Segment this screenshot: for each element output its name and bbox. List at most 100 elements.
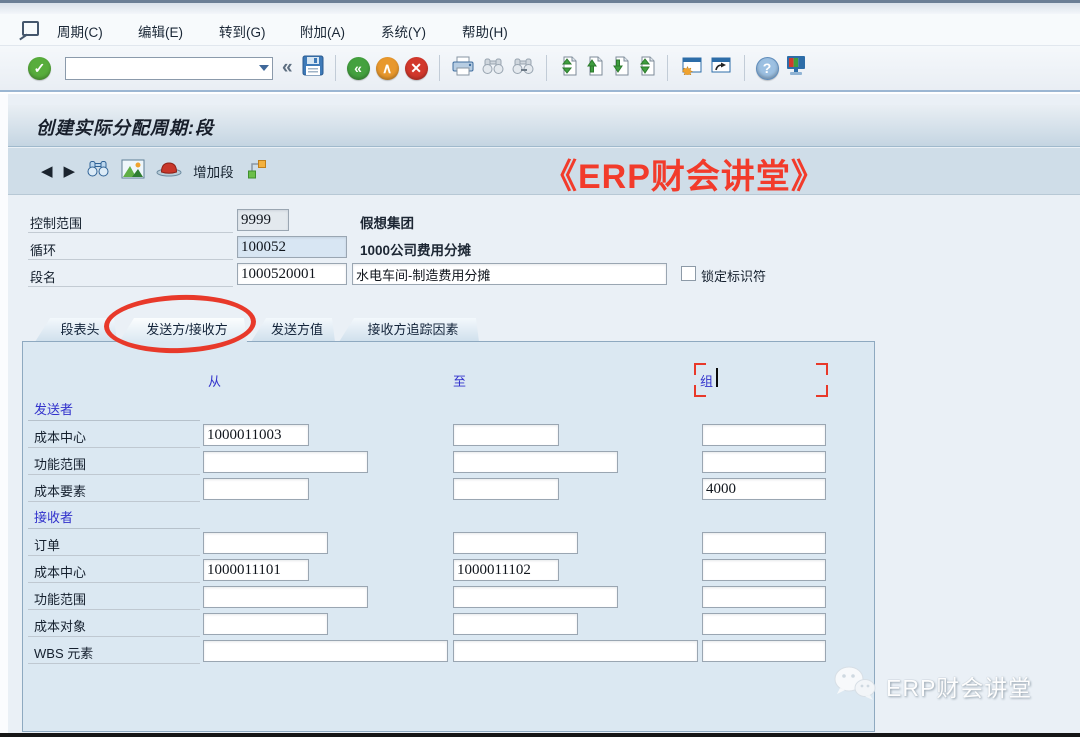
receiver-functional-area-from[interactable] <box>203 586 368 608</box>
controlling-area-label-row: 控制范围 <box>28 209 233 233</box>
receiver-wbs-element-row: WBS 元素 <box>23 638 874 665</box>
brand-watermark: ERP财会讲堂 <box>832 664 1032 707</box>
row-label: 成本要素 <box>34 481 86 500</box>
sender-functional-area-group[interactable] <box>702 451 826 473</box>
toolbar-separator <box>439 55 440 81</box>
find-segment-icon[interactable] <box>86 159 110 183</box>
command-dropdown-icon[interactable] <box>259 65 269 71</box>
collapse-chevrons-icon[interactable]: « <box>282 57 293 79</box>
add-segment-button[interactable]: 增加段 <box>193 161 234 181</box>
menu-goto[interactable]: 转到(G) <box>219 21 266 41</box>
segment-name-label: 段名 <box>30 267 56 286</box>
shortcut-icon[interactable] <box>709 56 733 80</box>
overview-icon[interactable] <box>121 159 145 184</box>
receiver-cost-object-row: 成本对象 <box>23 611 874 638</box>
first-page-icon[interactable] <box>558 56 578 81</box>
screen-exit-icon[interactable] <box>22 21 39 36</box>
cycle-field[interactable] <box>237 236 347 258</box>
page-down-icon[interactable] <box>610 56 630 81</box>
receiver-cost-object-from[interactable] <box>203 613 328 635</box>
bottom-edge <box>0 733 1080 737</box>
menu-system[interactable]: 系统(Y) <box>381 21 426 41</box>
receiver-order-to[interactable] <box>453 532 578 554</box>
prev-item-icon[interactable]: ◀ <box>41 162 53 180</box>
receiver-functional-area-group[interactable] <box>702 586 826 608</box>
receiver-section-header: 接收者 <box>28 503 200 529</box>
save-icon[interactable] <box>302 55 324 81</box>
menu-cycle[interactable]: 周期(C) <box>57 21 103 41</box>
sender-cost-center-from[interactable] <box>203 424 309 446</box>
back-icon[interactable]: « <box>347 57 370 80</box>
menu-bar: 周期(C) 编辑(E) 转到(G) 附加(A) 系统(Y) 帮助(H) <box>0 14 1080 46</box>
new-session-icon[interactable] <box>679 56 703 80</box>
controlling-area-label: 控制范围 <box>30 213 82 232</box>
receiver-cost-object-to[interactable] <box>453 613 578 635</box>
cycle-label: 循环 <box>30 240 56 259</box>
lock-indicator-checkbox[interactable] <box>681 266 696 281</box>
toolbar-separator <box>546 55 547 81</box>
page-up-icon[interactable] <box>584 56 604 81</box>
tab-senders-receivers[interactable]: 发送方/接收方 <box>119 318 247 342</box>
controlling-area-field[interactable] <box>237 209 289 231</box>
sender-cost-center-group[interactable] <box>702 424 826 446</box>
sender-functional-area-to[interactable] <box>453 451 618 473</box>
find-next-icon[interactable] <box>511 57 535 80</box>
row-label: 订单 <box>34 535 60 554</box>
sender-cost-element-to[interactable] <box>453 478 559 500</box>
sender-hat-icon[interactable] <box>156 161 182 182</box>
receiver-cost-center-group[interactable] <box>702 559 826 581</box>
command-input[interactable] <box>65 57 273 80</box>
cycle-desc: 1000公司费用分摊 <box>360 239 471 259</box>
brand-text: ERP财会讲堂 <box>886 669 1032 703</box>
red-corner-brackets-annotation <box>694 363 828 397</box>
receiver-wbs-element-group[interactable] <box>702 640 826 662</box>
attach-segment-icon[interactable] <box>245 158 269 185</box>
enter-check-icon[interactable]: ✓ <box>28 57 51 80</box>
row-label: 成本中心 <box>34 427 86 446</box>
receiver-order-from[interactable] <box>203 532 328 554</box>
segment-desc-field[interactable] <box>352 263 667 285</box>
help-icon[interactable]: ? <box>756 57 779 80</box>
segment-name-field[interactable] <box>237 263 347 285</box>
sender-cost-element-group[interactable] <box>702 478 826 500</box>
cycle-label-row: 循环 <box>28 236 233 260</box>
toolbar-separator <box>335 55 336 81</box>
last-page-icon[interactable] <box>636 56 656 81</box>
sender-cost-center-to[interactable] <box>453 424 559 446</box>
segment-name-label-row: 段名 <box>28 263 233 287</box>
up-icon[interactable]: ∧ <box>376 57 399 80</box>
tab-receiver-tracing-factor[interactable]: 接收方追踪因素 <box>339 318 479 342</box>
customize-layout-icon[interactable] <box>785 55 807 81</box>
next-item-icon[interactable]: ▶ <box>64 162 76 180</box>
window-title-strip <box>0 3 1080 14</box>
senders-receivers-panel: 从 至 组 发送者 成本中心 功能范围 成本要素 接收者 <box>22 341 875 732</box>
receiver-cost-center-to[interactable] <box>453 559 559 581</box>
receiver-cost-object-group[interactable] <box>702 613 826 635</box>
row-label: 成本对象 <box>34 616 86 635</box>
receiver-order-row: 订单 <box>23 530 874 557</box>
sender-functional-area-row: 功能范围 <box>23 449 874 476</box>
sender-functional-area-from[interactable] <box>203 451 368 473</box>
print-icon[interactable] <box>451 56 475 81</box>
sender-cost-element-from[interactable] <box>203 478 309 500</box>
toolbar-separator <box>667 55 668 81</box>
sender-cost-element-row: 成本要素 <box>23 476 874 503</box>
column-from-header: 从 <box>208 371 221 390</box>
sender-section-label: 发送者 <box>34 399 73 418</box>
exit-icon[interactable]: ✕ <box>405 57 428 80</box>
sender-cost-center-row: 成本中心 <box>23 422 874 449</box>
receiver-order-group[interactable] <box>702 532 826 554</box>
find-icon[interactable] <box>481 57 505 80</box>
wechat-icon <box>832 664 878 707</box>
receiver-functional-area-to[interactable] <box>453 586 618 608</box>
toolbar-separator <box>744 55 745 81</box>
receiver-wbs-element-to[interactable] <box>453 640 698 662</box>
menu-edit[interactable]: 编辑(E) <box>138 21 183 41</box>
menu-help[interactable]: 帮助(H) <box>462 21 508 41</box>
receiver-cost-center-from[interactable] <box>203 559 309 581</box>
controlling-area-desc: 假想集团 <box>360 212 414 232</box>
command-field-wrap <box>65 57 273 80</box>
sender-section-header: 发送者 <box>28 395 200 421</box>
menu-extras[interactable]: 附加(A) <box>300 21 345 41</box>
receiver-wbs-element-from[interactable] <box>203 640 448 662</box>
